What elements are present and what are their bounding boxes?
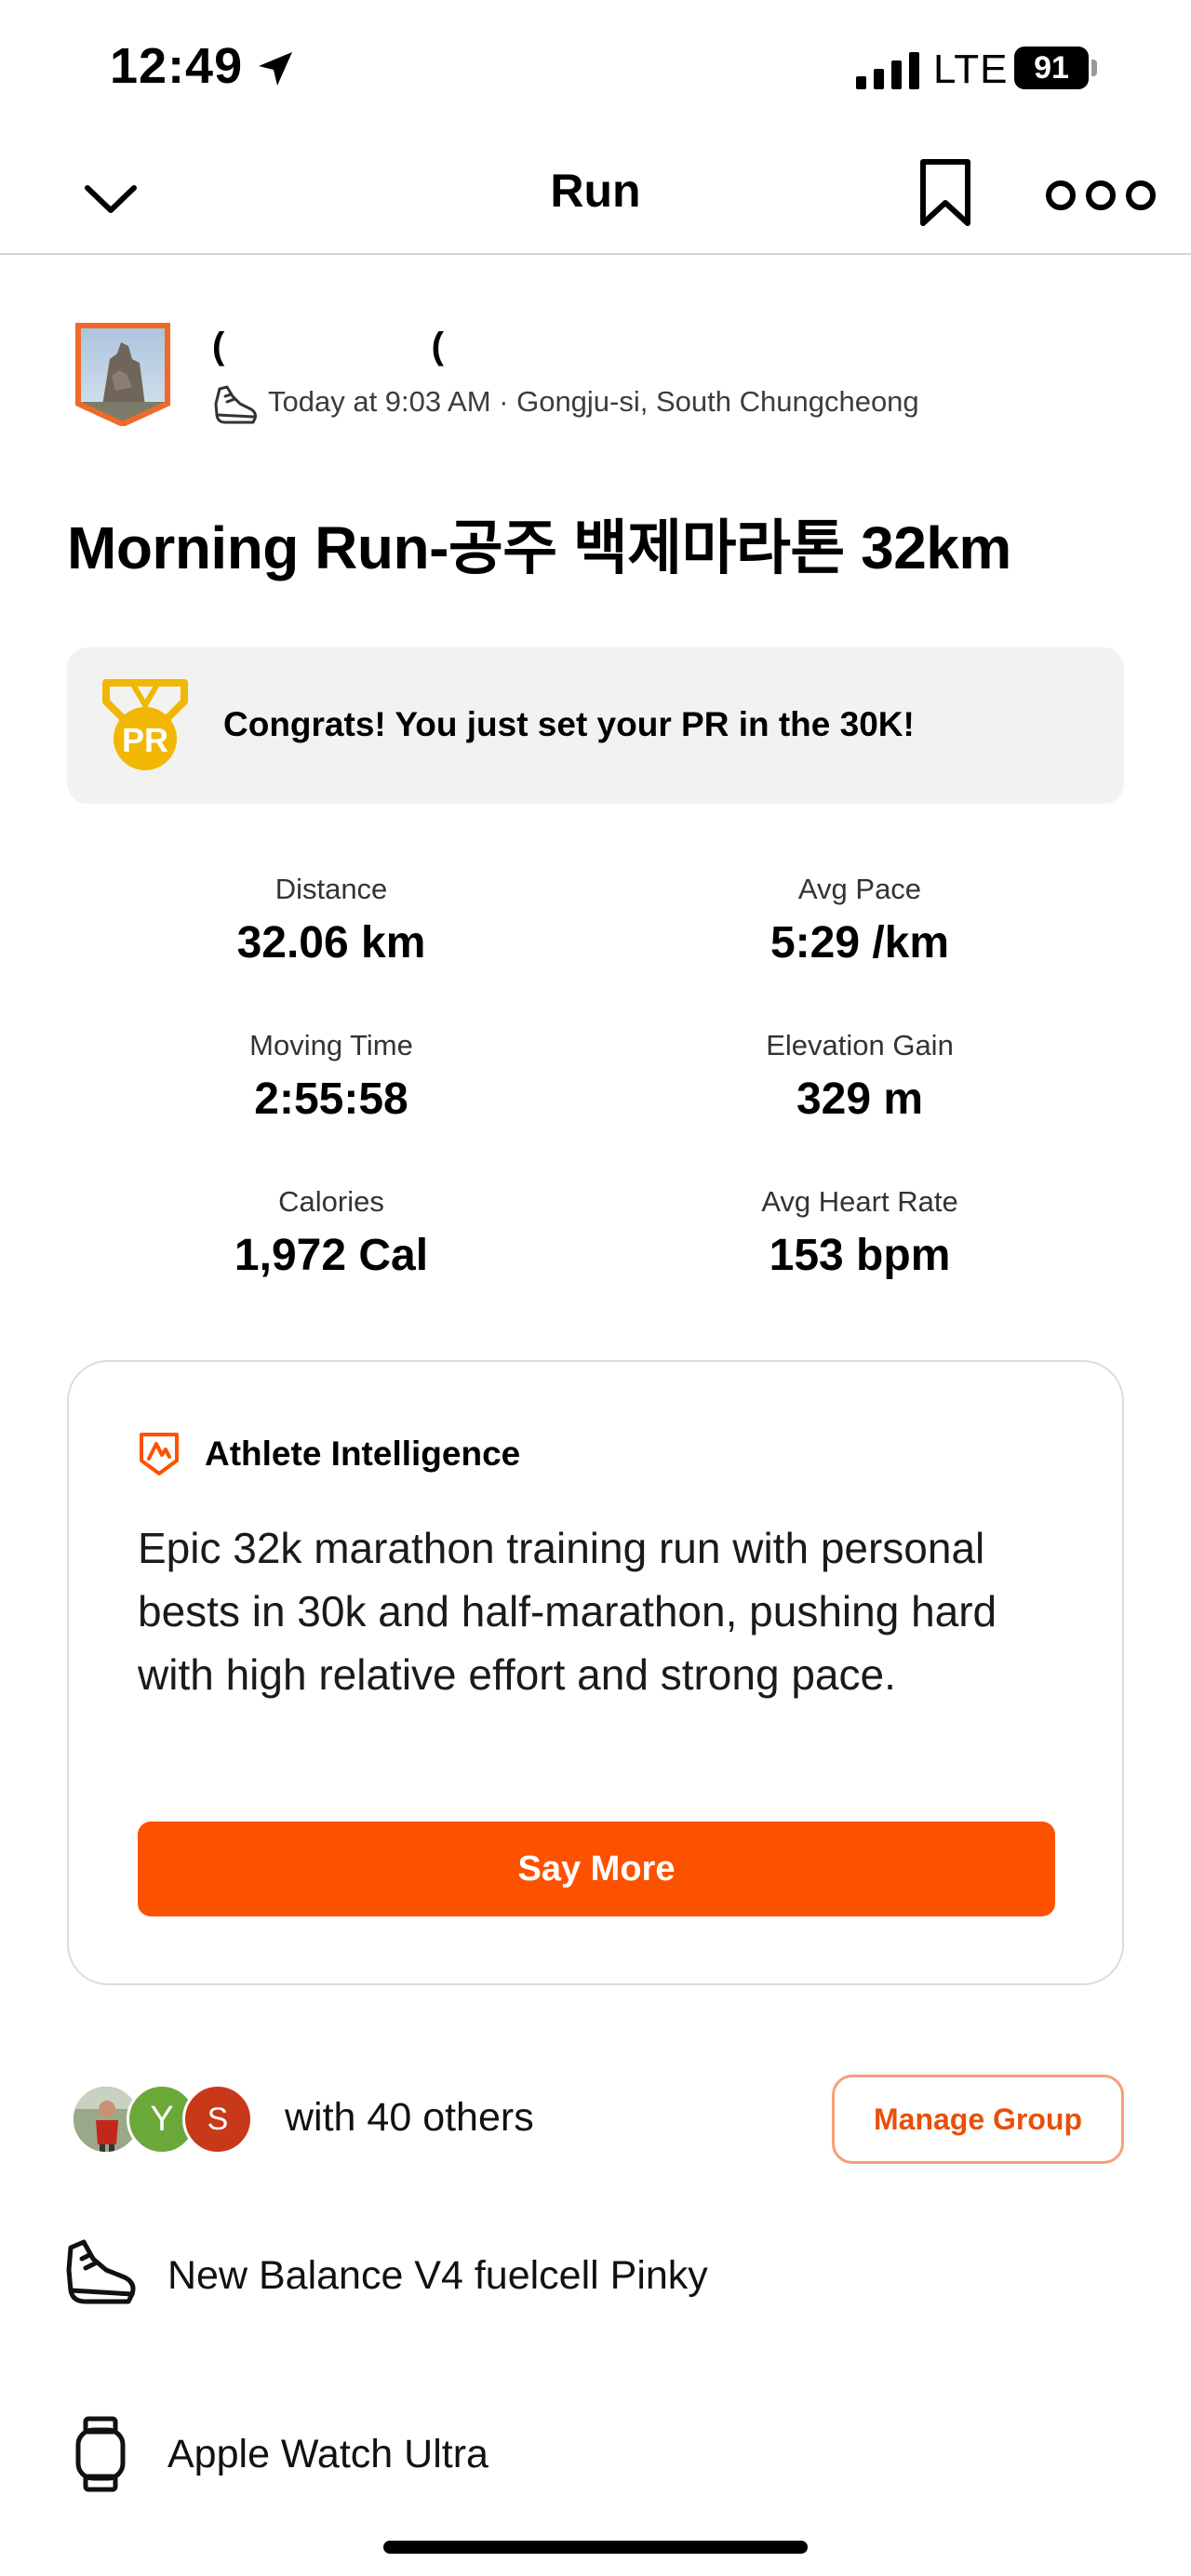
athlete-intelligence-heading: Athlete Intelligence	[205, 1435, 521, 1473]
group-avatars[interactable]: Y S	[71, 2084, 257, 2155]
stat-label: Elevation Gain	[766, 1029, 954, 1061]
athlete-avatar[interactable]	[74, 322, 171, 426]
battery-level: 91	[1034, 50, 1069, 86]
stat-label: Calories	[278, 1185, 384, 1218]
stat-distance: Distance 32.06 km	[89, 873, 573, 968]
pr-medal-icon: PR	[102, 679, 188, 770]
running-shoe-icon	[214, 385, 257, 424]
stat-value: 2:55:58	[254, 1074, 408, 1124]
home-indicator[interactable]	[383, 2541, 808, 2554]
battery-nub	[1091, 60, 1097, 76]
stat-value: 1,972 Cal	[234, 1231, 429, 1280]
stat-moving-time: Moving Time 2:55:58	[89, 1029, 573, 1125]
stat-calories: Calories 1,972 Cal	[89, 1185, 573, 1281]
pr-message: Congrats! You just set your PR in the 30…	[223, 705, 915, 743]
location-arrow-icon	[259, 52, 292, 86]
more-options-icon[interactable]	[1040, 173, 1161, 218]
running-shoe-icon	[66, 2239, 136, 2304]
gear-device-label[interactable]: Apple Watch Ultra	[167, 2432, 488, 2477]
stat-label: Avg Pace	[797, 873, 922, 905]
pr-banner[interactable]: PR Congrats! You just set your PR in the…	[67, 647, 1124, 804]
say-more-button[interactable]: Say More	[138, 1822, 1055, 1916]
battery-icon: 91	[1014, 47, 1089, 89]
watch-icon	[75, 2416, 126, 2492]
status-time: 12:49	[110, 38, 244, 94]
page-title: Run	[550, 165, 641, 217]
activity-meta: Today at 9:03 AM · Gongju-si, South Chun…	[268, 385, 919, 418]
stat-avg-heart-rate: Avg Heart Rate 153 bpm	[618, 1185, 1102, 1281]
athlete-intelligence-card: Athlete Intelligence Epic 32k marathon t…	[67, 1360, 1124, 1985]
avatar: S	[182, 2084, 253, 2155]
stat-elevation-gain: Elevation Gain 329 m	[618, 1029, 1102, 1125]
stat-label: Distance	[274, 873, 388, 905]
stat-value: 32.06 km	[236, 918, 426, 968]
stat-value: 5:29 /km	[769, 918, 950, 968]
manage-group-button[interactable]: Manage Group	[832, 2075, 1124, 2164]
activity-title: Morning Run-공주 백제마라톤 32km	[67, 514, 1011, 581]
pr-medal-text: PR	[122, 721, 168, 759]
stat-label: Moving Time	[249, 1029, 413, 1061]
stat-label: Avg Heart Rate	[761, 1185, 958, 1218]
stat-avg-pace: Avg Pace 5:29 /km	[618, 873, 1102, 968]
nav-bar: Run	[0, 140, 1191, 255]
athlete-name[interactable]: ( (	[212, 326, 444, 367]
stat-value: 153 bpm	[769, 1231, 951, 1280]
bookmark-icon[interactable]	[917, 158, 973, 227]
athlete-intelligence-icon	[140, 1433, 179, 1475]
status-bar: 12:49 LTE 91	[0, 0, 1191, 140]
athlete-intelligence-summary: Epic 32k marathon training run with pers…	[138, 1524, 997, 1699]
gear-shoe-label[interactable]: New Balance V4 fuelcell Pinky	[167, 2253, 708, 2299]
network-type: LTE	[933, 47, 1009, 92]
stat-value: 329 m	[796, 1074, 924, 1124]
group-label[interactable]: with 40 others	[285, 2095, 534, 2141]
cellular-signal-icon	[856, 52, 919, 89]
